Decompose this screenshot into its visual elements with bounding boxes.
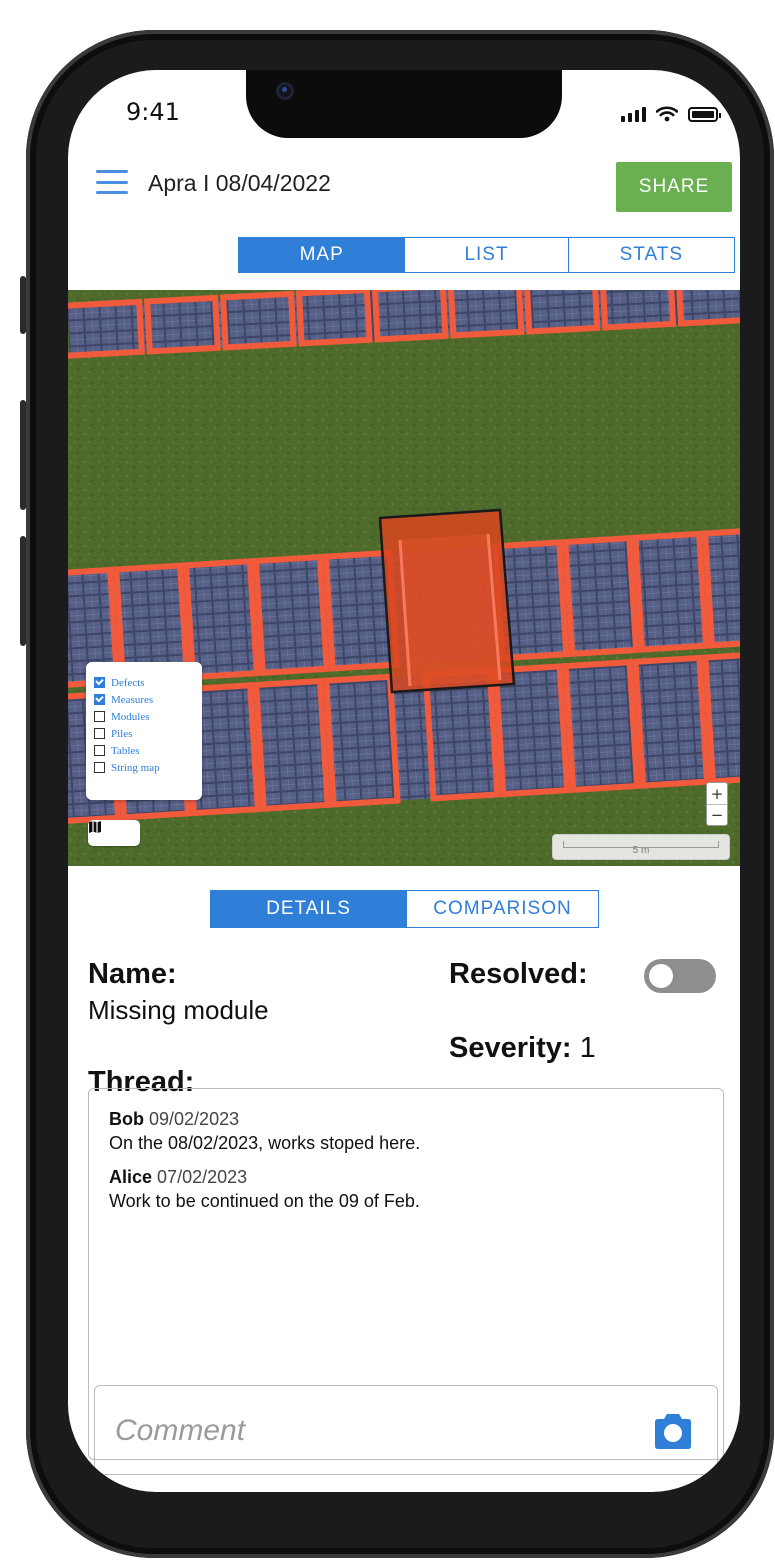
message-author: Alice (109, 1167, 153, 1187)
tab-comparison[interactable]: COMPARISON (405, 891, 598, 927)
checkbox-piles[interactable] (94, 728, 105, 739)
comment-input[interactable] (115, 1408, 635, 1454)
map-view[interactable]: Defects Measures Modules Piles Tables St… (68, 290, 740, 866)
checkbox-modules[interactable] (94, 711, 105, 722)
volume-up-button (20, 400, 26, 510)
checkbox-string-map[interactable] (94, 762, 105, 773)
checkbox-measures[interactable] (94, 694, 105, 705)
message-date: 07/02/2023 (157, 1167, 248, 1187)
layer-defects[interactable]: Defects (94, 674, 194, 691)
tab-details[interactable]: DETAILS (211, 891, 406, 927)
layers-panel: Defects Measures Modules Piles Tables St… (86, 662, 202, 800)
message-text: Work to be continued on the 09 of Feb. (109, 1191, 420, 1211)
defect-missing-module[interactable] (378, 508, 516, 694)
wifi-icon (656, 106, 678, 122)
tab-map[interactable]: MAP (239, 238, 405, 272)
name-label: Name: (88, 958, 177, 990)
checkbox-tables[interactable] (94, 745, 105, 756)
tab-stats[interactable]: STATS (567, 238, 734, 272)
thread-message: Alice 07/02/2023 Work to be continued on… (109, 1165, 420, 1213)
resolved-label: Resolved: (449, 958, 588, 990)
thread-panel: Bob 09/02/2023 On the 08/02/2023, works … (88, 1088, 724, 1475)
battery-icon (688, 107, 721, 122)
front-camera-icon (276, 82, 294, 100)
menu-icon[interactable] (96, 170, 128, 194)
map-icon (89, 821, 101, 833)
name-value: Missing module (88, 995, 269, 1025)
severity-value: 1 (579, 1032, 596, 1064)
severity-label: Severity: 1 (449, 1032, 596, 1064)
status-time: 9:41 (126, 98, 180, 126)
zoom-control: + − (706, 782, 728, 826)
message-text: On the 08/02/2023, works stoped here. (109, 1133, 421, 1153)
layer-measures[interactable]: Measures (94, 691, 194, 708)
header-title: Apra I 08/04/2022 (148, 170, 331, 196)
status-icons (621, 106, 721, 122)
message-date: 09/02/2023 (149, 1109, 240, 1129)
signal-icon (621, 106, 646, 122)
mute-switch (20, 276, 26, 334)
comment-box (94, 1385, 718, 1475)
zoom-in-button[interactable]: + (707, 783, 727, 804)
volume-down-button (20, 536, 26, 646)
view-tabs: MAP LIST STATS (238, 237, 735, 273)
scale-bar: 5 m (552, 834, 730, 860)
tab-list[interactable]: LIST (404, 238, 568, 272)
message-author: Bob (109, 1109, 144, 1129)
notch (246, 70, 562, 138)
share-button[interactable]: SHARE (616, 162, 732, 212)
layer-modules[interactable]: Modules (94, 708, 194, 725)
detail-tabs: DETAILS COMPARISON (210, 890, 599, 928)
zoom-out-button[interactable]: − (707, 804, 727, 825)
camera-icon[interactable] (651, 1412, 695, 1452)
layer-piles[interactable]: Piles (94, 725, 194, 742)
screen: 9:41 Apra I 08/04/2022 SHARE MAP LIST ST… (68, 70, 740, 1492)
checkbox-defects[interactable] (94, 677, 105, 688)
resolved-toggle[interactable] (644, 959, 716, 993)
layer-tables[interactable]: Tables (94, 742, 194, 759)
thread-message: Bob 09/02/2023 On the 08/02/2023, works … (109, 1107, 420, 1155)
layer-string-map[interactable]: String map (94, 759, 194, 776)
map-toggle-button[interactable] (88, 820, 140, 846)
